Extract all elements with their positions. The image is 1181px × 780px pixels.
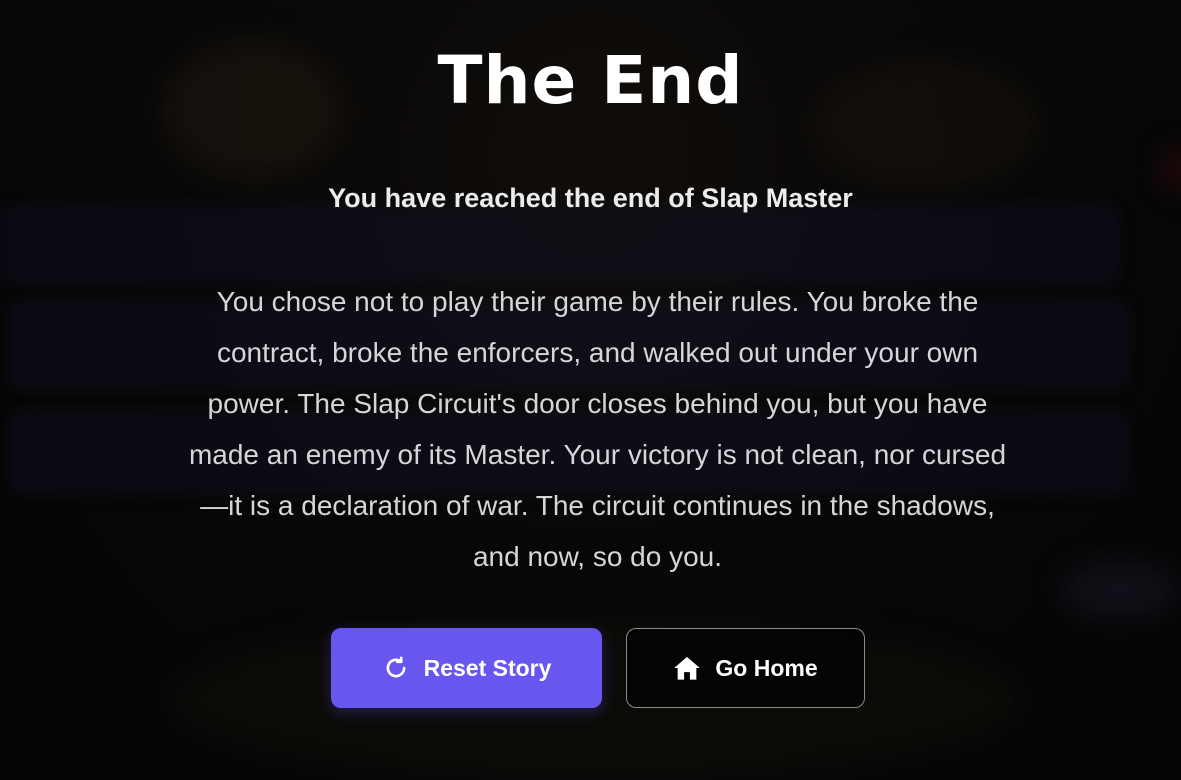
game-end-screen: The End You have reached the end of Slap… <box>0 0 1181 780</box>
ending-title: The End <box>437 42 744 119</box>
reset-story-button[interactable]: Reset Story <box>331 628 602 708</box>
ending-panel: The End You have reached the end of Slap… <box>0 0 1181 780</box>
reset-story-label: Reset Story <box>423 654 552 681</box>
ending-description: You chose not to play their game by thei… <box>188 286 1007 572</box>
ending-subtitle: You have reached the end of Slap Master <box>328 183 853 213</box>
home-icon <box>673 654 701 682</box>
reset-icon <box>382 654 410 682</box>
go-home-button[interactable]: Go Home <box>626 628 865 708</box>
go-home-label: Go Home <box>715 654 818 681</box>
